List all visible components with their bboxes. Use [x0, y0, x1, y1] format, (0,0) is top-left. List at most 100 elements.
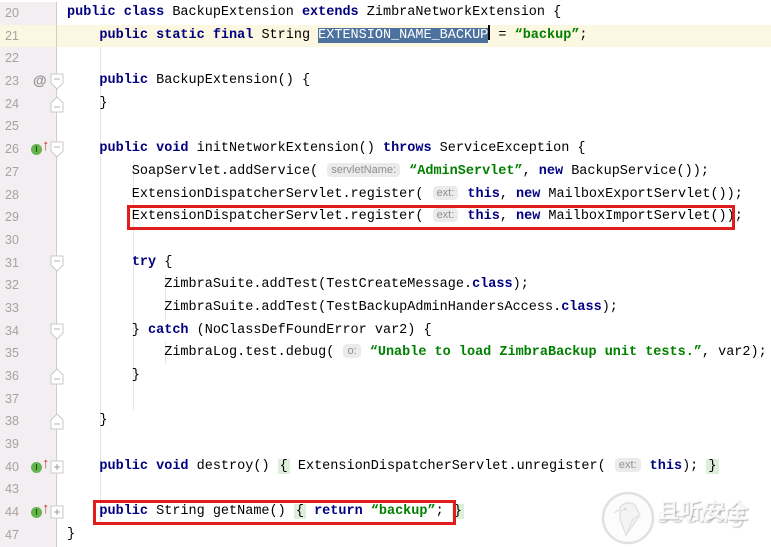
gutter[interactable]: 34: [0, 319, 57, 343]
code-token: MailboxImportServlet());: [540, 209, 743, 225]
gutter[interactable]: 44 I ↑: [0, 500, 57, 524]
implement-marker-icon: I: [31, 461, 42, 473]
gutter[interactable]: 39: [0, 433, 57, 456]
line-number: 37: [5, 391, 19, 406]
code-text[interactable]: SoapServlet.addService( servletName: “Ad…: [57, 161, 771, 184]
code-text[interactable]: } catch (NoClassDefFoundError var2) {: [57, 320, 771, 343]
code-text[interactable]: ZimbraSuite.addTest(TestCreateMessage.cl…: [57, 274, 771, 297]
code-text[interactable]: [57, 229, 771, 252]
gutter[interactable]: 40 I ↑: [0, 455, 57, 479]
fold-collapse-icon[interactable]: [50, 323, 64, 345]
code-token: ;: [579, 27, 588, 43]
code-token: }: [67, 95, 108, 111]
gutter[interactable]: 36: [0, 365, 57, 388]
selected-text: EXTENSION_NAME_BACKUP: [318, 27, 489, 43]
code-text[interactable]: [57, 47, 771, 70]
keyword-token: public static final: [99, 27, 254, 43]
code-token: ,: [499, 186, 517, 202]
code-text[interactable]: }: [57, 93, 771, 116]
code-token: =: [490, 27, 515, 43]
gutter[interactable]: 33: [0, 296, 57, 320]
code-token: {: [156, 254, 173, 270]
code-token: );: [601, 299, 618, 315]
code-line-38: 38 }: [0, 410, 771, 435]
gutter[interactable]: 31: [0, 251, 57, 275]
code-line-23: 23 @ public BackupExtension() {: [0, 70, 771, 93]
watermark-text: seebug 且听安全: [656, 495, 766, 535]
line-number: 39: [5, 437, 19, 452]
parameter-hint: ext:: [432, 185, 459, 200]
gutter[interactable]: 38: [0, 410, 57, 434]
gutter[interactable]: 26 I ↑: [0, 137, 57, 161]
fold-collapse-icon[interactable]: [50, 141, 64, 163]
code-token: ExtensionDispatcherServlet.register(: [67, 186, 432, 202]
gutter[interactable]: 27: [0, 160, 57, 184]
code-text[interactable]: }: [57, 410, 771, 433]
line-number: 20: [5, 6, 19, 20]
keyword-token: this: [467, 186, 500, 202]
gutter[interactable]: 21: [0, 24, 57, 48]
fold-collapse-end-icon[interactable]: [50, 413, 64, 435]
parameter-hint: o:: [343, 344, 361, 359]
code-text[interactable]: [57, 433, 771, 456]
code-text[interactable]: public class BackupExtension extends Zim…: [57, 2, 771, 25]
gutter[interactable]: 28: [0, 183, 57, 207]
gutter[interactable]: 22: [0, 47, 57, 71]
fold-collapse-end-icon[interactable]: [50, 96, 64, 118]
line-number: 32: [5, 278, 19, 293]
gutter[interactable]: 35: [0, 342, 57, 365]
folded-region-expand-icon[interactable]: [50, 459, 64, 481]
code-text[interactable]: [57, 388, 771, 411]
folded-region-expand-icon[interactable]: [50, 504, 64, 526]
gutter[interactable]: 29: [0, 206, 57, 229]
keyword-token: extends: [301, 5, 359, 20]
line-number: 40: [5, 459, 19, 474]
code-text[interactable]: public void destroy() { ExtensionDispatc…: [57, 456, 771, 479]
code-text[interactable]: try {: [57, 252, 771, 275]
code-token: ExtensionDispatcherServlet.register(: [67, 209, 432, 225]
keyword-token: public: [99, 73, 149, 89]
folded-code-placeholder[interactable]: }: [706, 458, 719, 474]
gutter[interactable]: 37: [0, 387, 57, 411]
code-line-25: 25: [0, 115, 771, 139]
code-line-21: 21 public static final String EXTENSION_…: [0, 24, 771, 48]
code-text[interactable]: [57, 115, 771, 138]
gutter[interactable]: 30: [0, 228, 57, 252]
code-line-28: 28 ExtensionDispatcherServlet.register( …: [0, 183, 771, 207]
gutter[interactable]: 20: [0, 2, 57, 25]
code-text[interactable]: public void initNetworkExtension() throw…: [57, 138, 771, 161]
folded-code-placeholder[interactable]: }: [451, 504, 464, 520]
code-token: destroy(): [188, 458, 278, 474]
code-token: ServiceException {: [431, 141, 586, 157]
keyword-token: try: [131, 254, 157, 270]
gutter[interactable]: 25: [0, 115, 57, 139]
code-token: );: [512, 277, 529, 293]
gutter[interactable]: 23 @: [0, 70, 57, 93]
folded-code-placeholder[interactable]: {: [293, 504, 306, 520]
code-text[interactable]: ZimbraSuite.addTest(TestBackupAdminHande…: [57, 297, 771, 320]
fold-collapse-icon[interactable]: [50, 255, 64, 277]
code-text[interactable]: ExtensionDispatcherServlet.register( ext…: [57, 206, 771, 229]
keyword-token: class: [561, 299, 602, 315]
gutter[interactable]: 47: [0, 523, 57, 547]
keyword-token: return: [314, 504, 363, 520]
gutter[interactable]: 43: [0, 478, 57, 502]
code-text[interactable]: ExtensionDispatcherServlet.register( ext…: [57, 184, 771, 207]
gutter[interactable]: 24: [0, 92, 57, 116]
code-text[interactable]: public static final String EXTENSION_NAM…: [57, 24, 771, 48]
code-token: ZimbraNetworkExtension {: [358, 5, 562, 20]
fold-collapse-end-icon[interactable]: [50, 368, 64, 390]
code-token: }: [67, 526, 76, 542]
line-number: 38: [5, 414, 19, 429]
gutter[interactable]: 32: [0, 274, 57, 297]
code-text[interactable]: public BackupExtension() {: [57, 70, 771, 93]
keyword-token: public void: [99, 141, 189, 157]
fold-collapse-icon[interactable]: [50, 73, 64, 95]
code-line-20: 20 public class BackupExtension extends Z…: [0, 2, 771, 25]
code-text[interactable]: }: [57, 365, 771, 388]
folded-code-placeholder[interactable]: {: [277, 458, 290, 474]
code-text[interactable]: ZimbraLog.test.debug( o: “Unable to load…: [57, 342, 771, 365]
line-number: 27: [5, 164, 19, 179]
